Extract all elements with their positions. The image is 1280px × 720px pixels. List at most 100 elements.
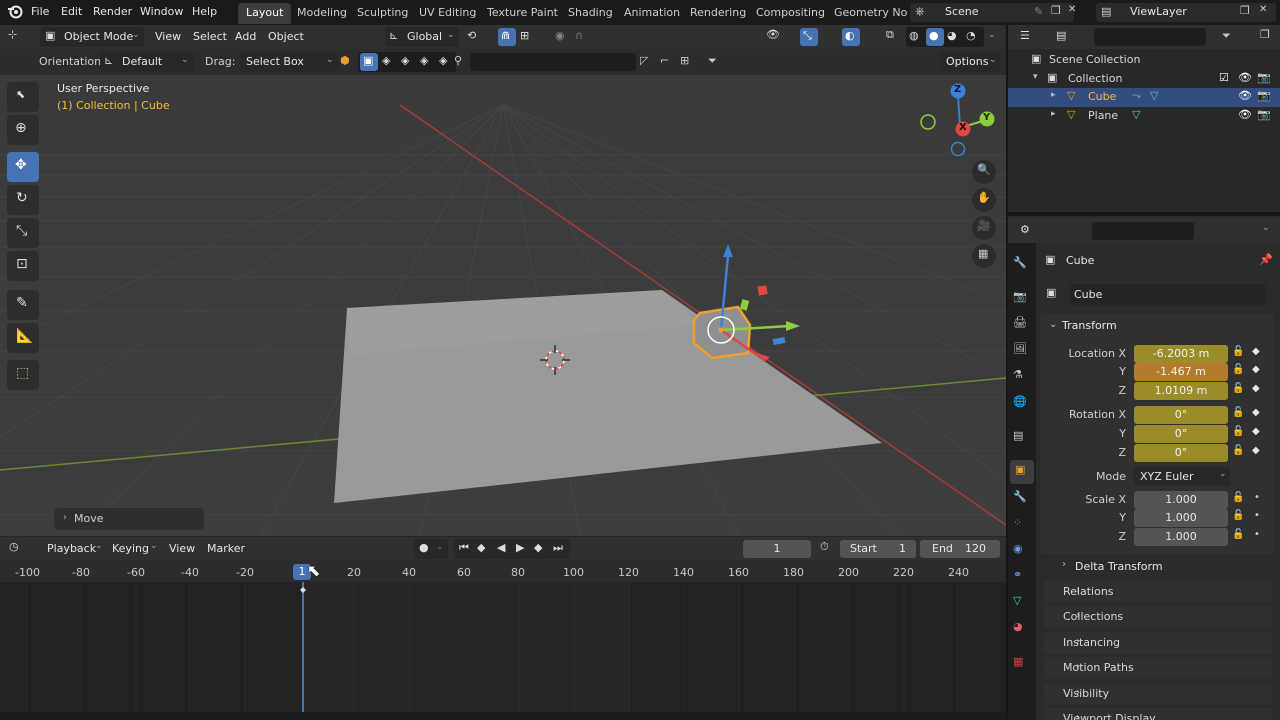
lock-icon[interactable]: 🔓 — [1232, 445, 1244, 456]
outliner-row-plane[interactable]: ▸ ▽ Plane ▽ 👁 📷 — [1008, 107, 1280, 126]
rotate-tool-button[interactable]: ↻ — [7, 185, 39, 215]
lock-icon[interactable]: 🔓 — [1232, 364, 1244, 375]
tab-shading[interactable]: Shading — [560, 3, 621, 24]
mirror-icon[interactable]: ◸ — [640, 54, 648, 67]
pin-icon[interactable]: ✎ — [1034, 5, 1043, 18]
chevron-down-icon[interactable]: ⌄ — [988, 30, 996, 40]
menu-view[interactable]: View — [155, 30, 181, 43]
camera-icon[interactable]: 📷 — [1257, 108, 1271, 121]
search-icon[interactable]: ⚲ — [454, 54, 462, 67]
menu-keying[interactable]: Keying — [112, 542, 149, 555]
render-tab-icon[interactable]: 📷 — [1013, 290, 1031, 308]
location-y-field[interactable]: -1.467 m — [1134, 363, 1228, 381]
motion-paths-panel[interactable]: › Motion Paths — [1044, 657, 1272, 679]
cursor-tool-button[interactable]: ⊕ — [7, 115, 39, 145]
tab-compositing[interactable]: Compositing — [748, 3, 833, 24]
ortho-toggle-button[interactable]: ▦ — [972, 244, 996, 268]
select-invert-icon[interactable]: ◈ — [420, 54, 428, 67]
gizmo-y-label[interactable]: Y — [983, 112, 990, 123]
new-view-layer-icon[interactable]: ❐ — [1240, 4, 1250, 17]
tab-modeling[interactable]: Modeling — [289, 3, 355, 24]
location-z-field[interactable]: 1.0109 m — [1134, 382, 1228, 400]
scene-selector[interactable]: ⎈ Scene ✎ ❐ ✕ — [910, 3, 1076, 22]
filter-icon[interactable]: ⏷ — [1222, 29, 1231, 43]
datablock-name-field[interactable]: Cube — [1070, 284, 1266, 305]
menu-marker[interactable]: Marker — [207, 542, 245, 555]
record-button[interactable]: ● ⌄ — [414, 539, 448, 559]
transform-panel-title[interactable]: Transform — [1062, 319, 1117, 332]
tab-sculpting[interactable]: Sculpting — [349, 3, 416, 24]
rotation-y-field[interactable]: 0° — [1134, 425, 1228, 443]
physics-tab-icon[interactable]: ◉ — [1013, 542, 1031, 560]
menu-file[interactable]: File — [31, 5, 49, 18]
xray-icon[interactable]: ⧉ — [886, 28, 894, 42]
scene-tab-icon[interactable]: ⚗ — [1013, 368, 1031, 386]
output-tab-icon[interactable]: 🖨 — [1013, 316, 1031, 334]
relations-panel[interactable]: › Relations — [1044, 581, 1272, 603]
snap-target-icon[interactable]: ⊞ — [520, 29, 529, 42]
prev-keyframe-icon[interactable]: ◆ — [477, 541, 485, 554]
tool-tab-icon[interactable]: 🔧 — [1013, 256, 1031, 274]
datablock-selector[interactable]: ▣ Cube — [1044, 284, 1274, 305]
outliner-row-cube[interactable]: ▸ ▽ Cube ⤳ ▽ 👁 📷 — [1008, 88, 1280, 107]
camera-icon[interactable]: 📷 — [1257, 89, 1271, 102]
tab-layout[interactable]: Layout — [238, 3, 292, 24]
new-scene-icon[interactable]: ❐ — [1051, 4, 1061, 17]
solid-shading-button[interactable]: ● — [926, 28, 944, 46]
display-mode-icon[interactable]: ▤ — [1056, 29, 1066, 42]
lock-icon[interactable]: 🔓 — [1232, 383, 1244, 394]
snap-toggle[interactable]: ⋒ — [498, 28, 516, 46]
annotate-tool-button[interactable]: ✎ — [7, 290, 39, 320]
material-shading-icon[interactable]: ◕ — [947, 29, 957, 42]
keyframe-icon[interactable]: ◆ — [1252, 407, 1260, 418]
tab-animation[interactable]: Animation — [616, 3, 688, 24]
drag-dropdown[interactable]: Select Box ⌄ — [240, 52, 338, 72]
keyframe-dot-icon[interactable]: • — [1254, 529, 1260, 540]
horizontal-area-divider[interactable] — [1008, 212, 1280, 216]
add-cube-tool-button[interactable]: ⬚ — [7, 360, 39, 390]
orientation-dropdown[interactable]: ⊾ Default ⌄ — [100, 52, 194, 72]
editor-type-icon[interactable]: ⚙ — [1020, 223, 1030, 236]
visibility-icon[interactable]: 👁 — [766, 28, 780, 41]
keyframe-icon[interactable]: ◆ — [1252, 364, 1260, 375]
menu-object[interactable]: Object — [268, 30, 304, 43]
color-icon[interactable]: ⬢ — [340, 54, 350, 67]
lock-icon[interactable]: 🔓 — [1232, 510, 1244, 521]
object-tab[interactable]: ▣ — [1010, 460, 1034, 484]
collections-panel[interactable]: › Collections — [1044, 606, 1272, 628]
transform-tool-button[interactable]: ⊡ — [7, 251, 39, 281]
scale-tool-button[interactable]: ⤡ — [7, 218, 39, 248]
eye-icon[interactable]: 👁 — [1238, 108, 1252, 121]
tab-rendering[interactable]: Rendering — [682, 3, 754, 24]
data-tab-icon[interactable]: ▽ — [1013, 594, 1031, 612]
lock-icon[interactable]: 🔓 — [1232, 407, 1244, 418]
play-icon[interactable]: ▶ — [516, 541, 524, 554]
close-icon[interactable]: ✕ — [1068, 4, 1076, 15]
filter-icon[interactable]: ⏷ — [708, 54, 717, 68]
proportional-editing-icon[interactable]: ◉ — [555, 29, 565, 42]
lock-icon[interactable]: 🔓 — [1232, 426, 1244, 437]
view-layer-tab-icon[interactable]: 🖼 — [1013, 342, 1031, 360]
stopwatch-icon[interactable]: ⏱ — [820, 540, 829, 554]
location-x-field[interactable]: -6.2003 m — [1134, 345, 1228, 363]
tab-texture-paint[interactable]: Texture Paint — [479, 3, 566, 24]
scale-x-field[interactable]: 1.000 — [1134, 491, 1228, 509]
rotation-z-field[interactable]: 0° — [1134, 444, 1228, 462]
measure-tool-button[interactable]: 📐 — [7, 323, 39, 353]
keyframe-dot-icon[interactable]: • — [1254, 510, 1260, 521]
jump-start-icon[interactable]: ⏮ — [459, 541, 469, 555]
options-dropdown[interactable]: Options ⌄ — [940, 52, 1000, 72]
scale-y-field[interactable]: 1.000 — [1134, 509, 1228, 527]
gizmo-z-label[interactable]: Z — [954, 84, 961, 95]
visibility-panel[interactable]: › Visibility — [1044, 683, 1272, 705]
chevron-down-icon[interactable]: ⌄ — [1049, 319, 1057, 330]
falloff-icon[interactable]: ∩ — [575, 29, 583, 42]
chevron-down-icon[interactable]: ⌄ — [1262, 223, 1270, 233]
end-frame-field[interactable]: End 120 — [920, 540, 1000, 558]
current-frame-field[interactable]: 1 — [743, 540, 811, 558]
tab-geometry-nodes[interactable]: Geometry Noc — [826, 3, 908, 24]
rotation-mode-dropdown[interactable]: XYZ Euler ⌄ — [1134, 467, 1230, 486]
lock-icon[interactable]: 🔓 — [1232, 492, 1244, 503]
texture-tab-icon[interactable]: ▦ — [1013, 655, 1031, 673]
keyframe-icon[interactable]: ◆ — [1252, 383, 1260, 394]
